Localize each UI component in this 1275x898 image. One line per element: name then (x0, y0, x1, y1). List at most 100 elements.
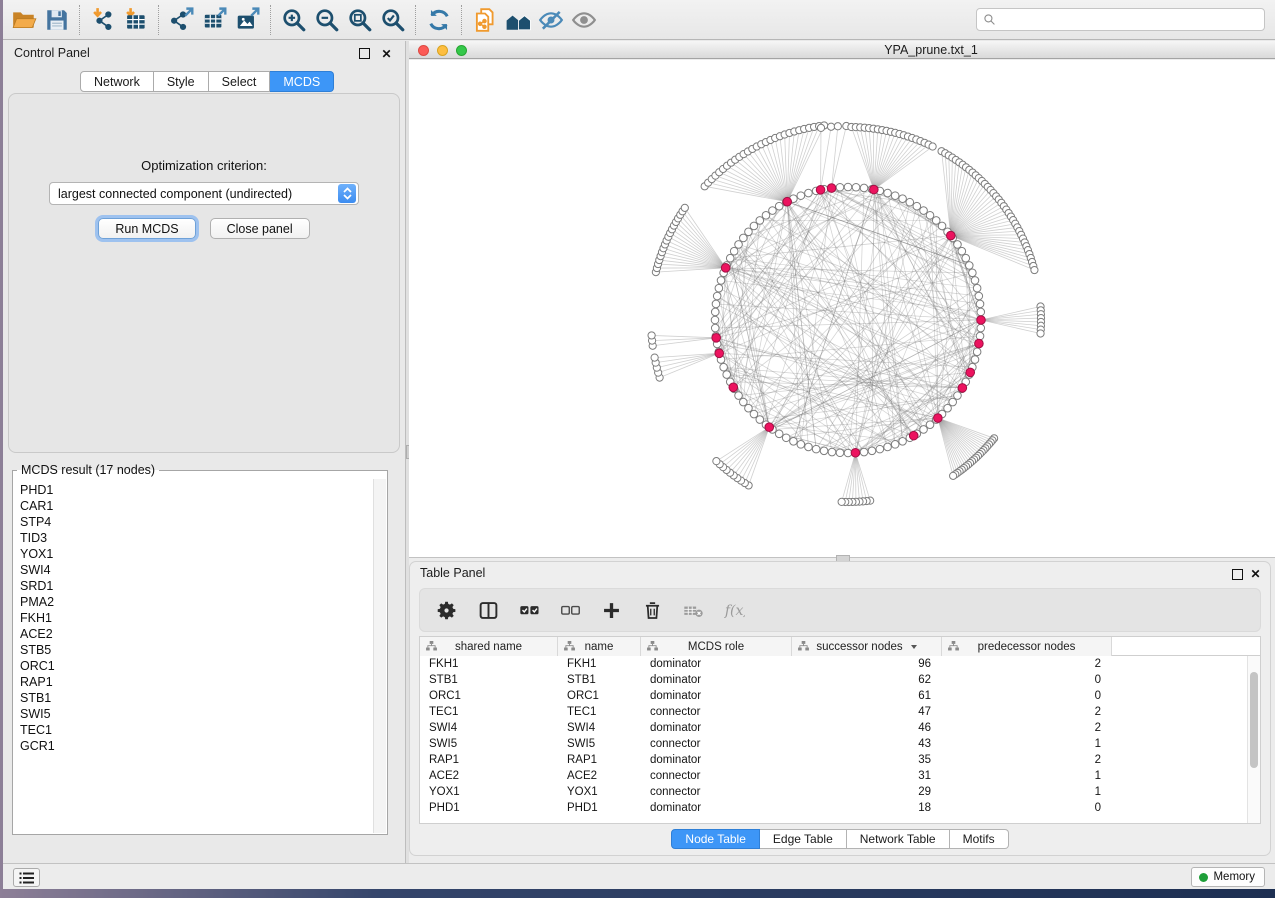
network-view[interactable] (409, 60, 1275, 558)
network-node[interactable] (775, 430, 783, 438)
zoom-selected-button[interactable] (376, 3, 409, 37)
float-panel-icon[interactable] (358, 47, 371, 60)
mcds-hub-node[interactable] (712, 334, 721, 343)
network-node[interactable] (860, 184, 868, 192)
network-node[interactable] (920, 207, 928, 215)
network-node[interactable] (681, 204, 688, 211)
column-header-name[interactable]: name (558, 637, 641, 656)
network-node[interactable] (884, 189, 892, 197)
network-node[interactable] (648, 332, 655, 339)
network-node[interactable] (769, 207, 777, 215)
mcds-result-item[interactable]: YOX1 (20, 546, 373, 562)
tab-mcds[interactable]: MCDS (270, 71, 334, 92)
network-node[interactable] (775, 202, 783, 210)
table-row[interactable]: ORC1ORC1dominator610 (420, 688, 1260, 704)
chevron-down-icon[interactable] (911, 645, 917, 649)
network-node[interactable] (827, 123, 834, 130)
mcds-hub-node[interactable] (715, 349, 724, 358)
tab-motifs[interactable]: Motifs (950, 829, 1009, 849)
network-node[interactable] (836, 183, 844, 191)
split-table-button[interactable] (475, 597, 501, 623)
tab-select[interactable]: Select (209, 71, 271, 92)
network-node[interactable] (973, 284, 981, 292)
criterion-dropdown[interactable]: largest connected component (undirected) (49, 182, 359, 205)
network-node[interactable] (929, 143, 936, 150)
network-node[interactable] (949, 398, 957, 406)
table-row[interactable]: SWI5SWI5connector431 (420, 736, 1260, 752)
network-node[interactable] (711, 308, 719, 316)
zoom-in-button[interactable] (277, 3, 310, 37)
mcds-result-item[interactable]: TEC1 (20, 722, 373, 738)
network-node[interactable] (1037, 330, 1044, 337)
network-node[interactable] (797, 441, 805, 449)
hide-graphics-details-button[interactable] (534, 3, 567, 37)
mcds-hub-node[interactable] (870, 185, 879, 194)
mcds-hub-node[interactable] (827, 184, 836, 193)
network-node[interactable] (954, 241, 962, 249)
network-node[interactable] (884, 443, 892, 451)
network-window-titlebar[interactable]: YPA_prune.txt_1 (409, 41, 1275, 59)
network-node[interactable] (926, 212, 934, 220)
network-node[interactable] (713, 458, 720, 465)
mcds-result-list[interactable]: PHD1CAR1STP4TID3YOX1SWI4SRD1PMA2FKH1ACE2… (14, 479, 373, 833)
network-node[interactable] (782, 434, 790, 442)
network-node[interactable] (1031, 266, 1038, 273)
show-panels-button[interactable] (13, 868, 40, 887)
network-node[interactable] (726, 254, 734, 262)
table-row[interactable]: YOX1YOX1connector291 (420, 784, 1260, 800)
deselect-all-button[interactable] (557, 597, 583, 623)
mcds-result-scrollbar[interactable] (373, 479, 386, 833)
network-node[interactable] (812, 445, 820, 453)
network-node[interactable] (973, 348, 981, 356)
search-box[interactable] (976, 8, 1265, 31)
network-node[interactable] (834, 123, 841, 130)
table-row[interactable]: TEC1TEC1connector472 (420, 704, 1260, 720)
export-image-button[interactable] (231, 3, 264, 37)
network-node[interactable] (920, 426, 928, 434)
mcds-result-item[interactable]: STB1 (20, 690, 373, 706)
network-node[interactable] (971, 356, 979, 364)
network-node[interactable] (715, 284, 723, 292)
network-node[interactable] (976, 300, 984, 308)
refresh-view-button[interactable] (422, 3, 455, 37)
close-panel-icon[interactable]: ✕ (380, 47, 393, 60)
network-node[interactable] (962, 254, 970, 262)
network-node[interactable] (976, 332, 984, 340)
mcds-result-item[interactable]: STB5 (20, 642, 373, 658)
mcds-hub-node[interactable] (975, 339, 984, 348)
mcds-hub-node[interactable] (816, 186, 825, 195)
network-node[interactable] (717, 277, 725, 285)
network-node[interactable] (969, 269, 977, 277)
open-file-button[interactable] (7, 3, 40, 37)
mcds-hub-node[interactable] (966, 368, 975, 377)
network-node[interactable] (828, 448, 836, 456)
network-node[interactable] (913, 202, 921, 210)
network-node[interactable] (735, 241, 743, 249)
table-row[interactable]: FKH1FKH1dominator962 (420, 656, 1260, 672)
network-node[interactable] (876, 445, 884, 453)
network-node[interactable] (740, 398, 748, 406)
table-row[interactable]: SWI4SWI4dominator462 (420, 720, 1260, 736)
column-header-successor-nodes[interactable]: successor nodes (792, 637, 942, 656)
search-input[interactable] (1000, 13, 1258, 27)
mcds-hub-node[interactable] (934, 414, 943, 423)
network-node[interactable] (735, 392, 743, 400)
save-session-button[interactable] (40, 3, 73, 37)
network-node[interactable] (852, 183, 860, 191)
mcds-hub-node[interactable] (977, 316, 986, 325)
table-close-icon[interactable]: ✕ (1249, 567, 1262, 580)
table-float-icon[interactable] (1231, 568, 1244, 581)
mcds-hub-node[interactable] (909, 431, 918, 440)
network-node[interactable] (651, 354, 658, 361)
network-node[interactable] (891, 192, 899, 200)
network-node[interactable] (817, 124, 824, 131)
table-row[interactable]: RAP1RAP1dominator352 (420, 752, 1260, 768)
mcds-result-item[interactable]: PMA2 (20, 594, 373, 610)
birds-eye-view-button[interactable] (567, 3, 600, 37)
mcds-result-item[interactable]: SWI4 (20, 562, 373, 578)
tab-node-table[interactable]: Node Table (671, 829, 760, 849)
mcds-result-item[interactable]: FKH1 (20, 610, 373, 626)
table-row[interactable]: PHD1PHD1dominator180 (420, 800, 1260, 816)
network-node[interactable] (713, 292, 721, 300)
network-node[interactable] (720, 363, 728, 371)
